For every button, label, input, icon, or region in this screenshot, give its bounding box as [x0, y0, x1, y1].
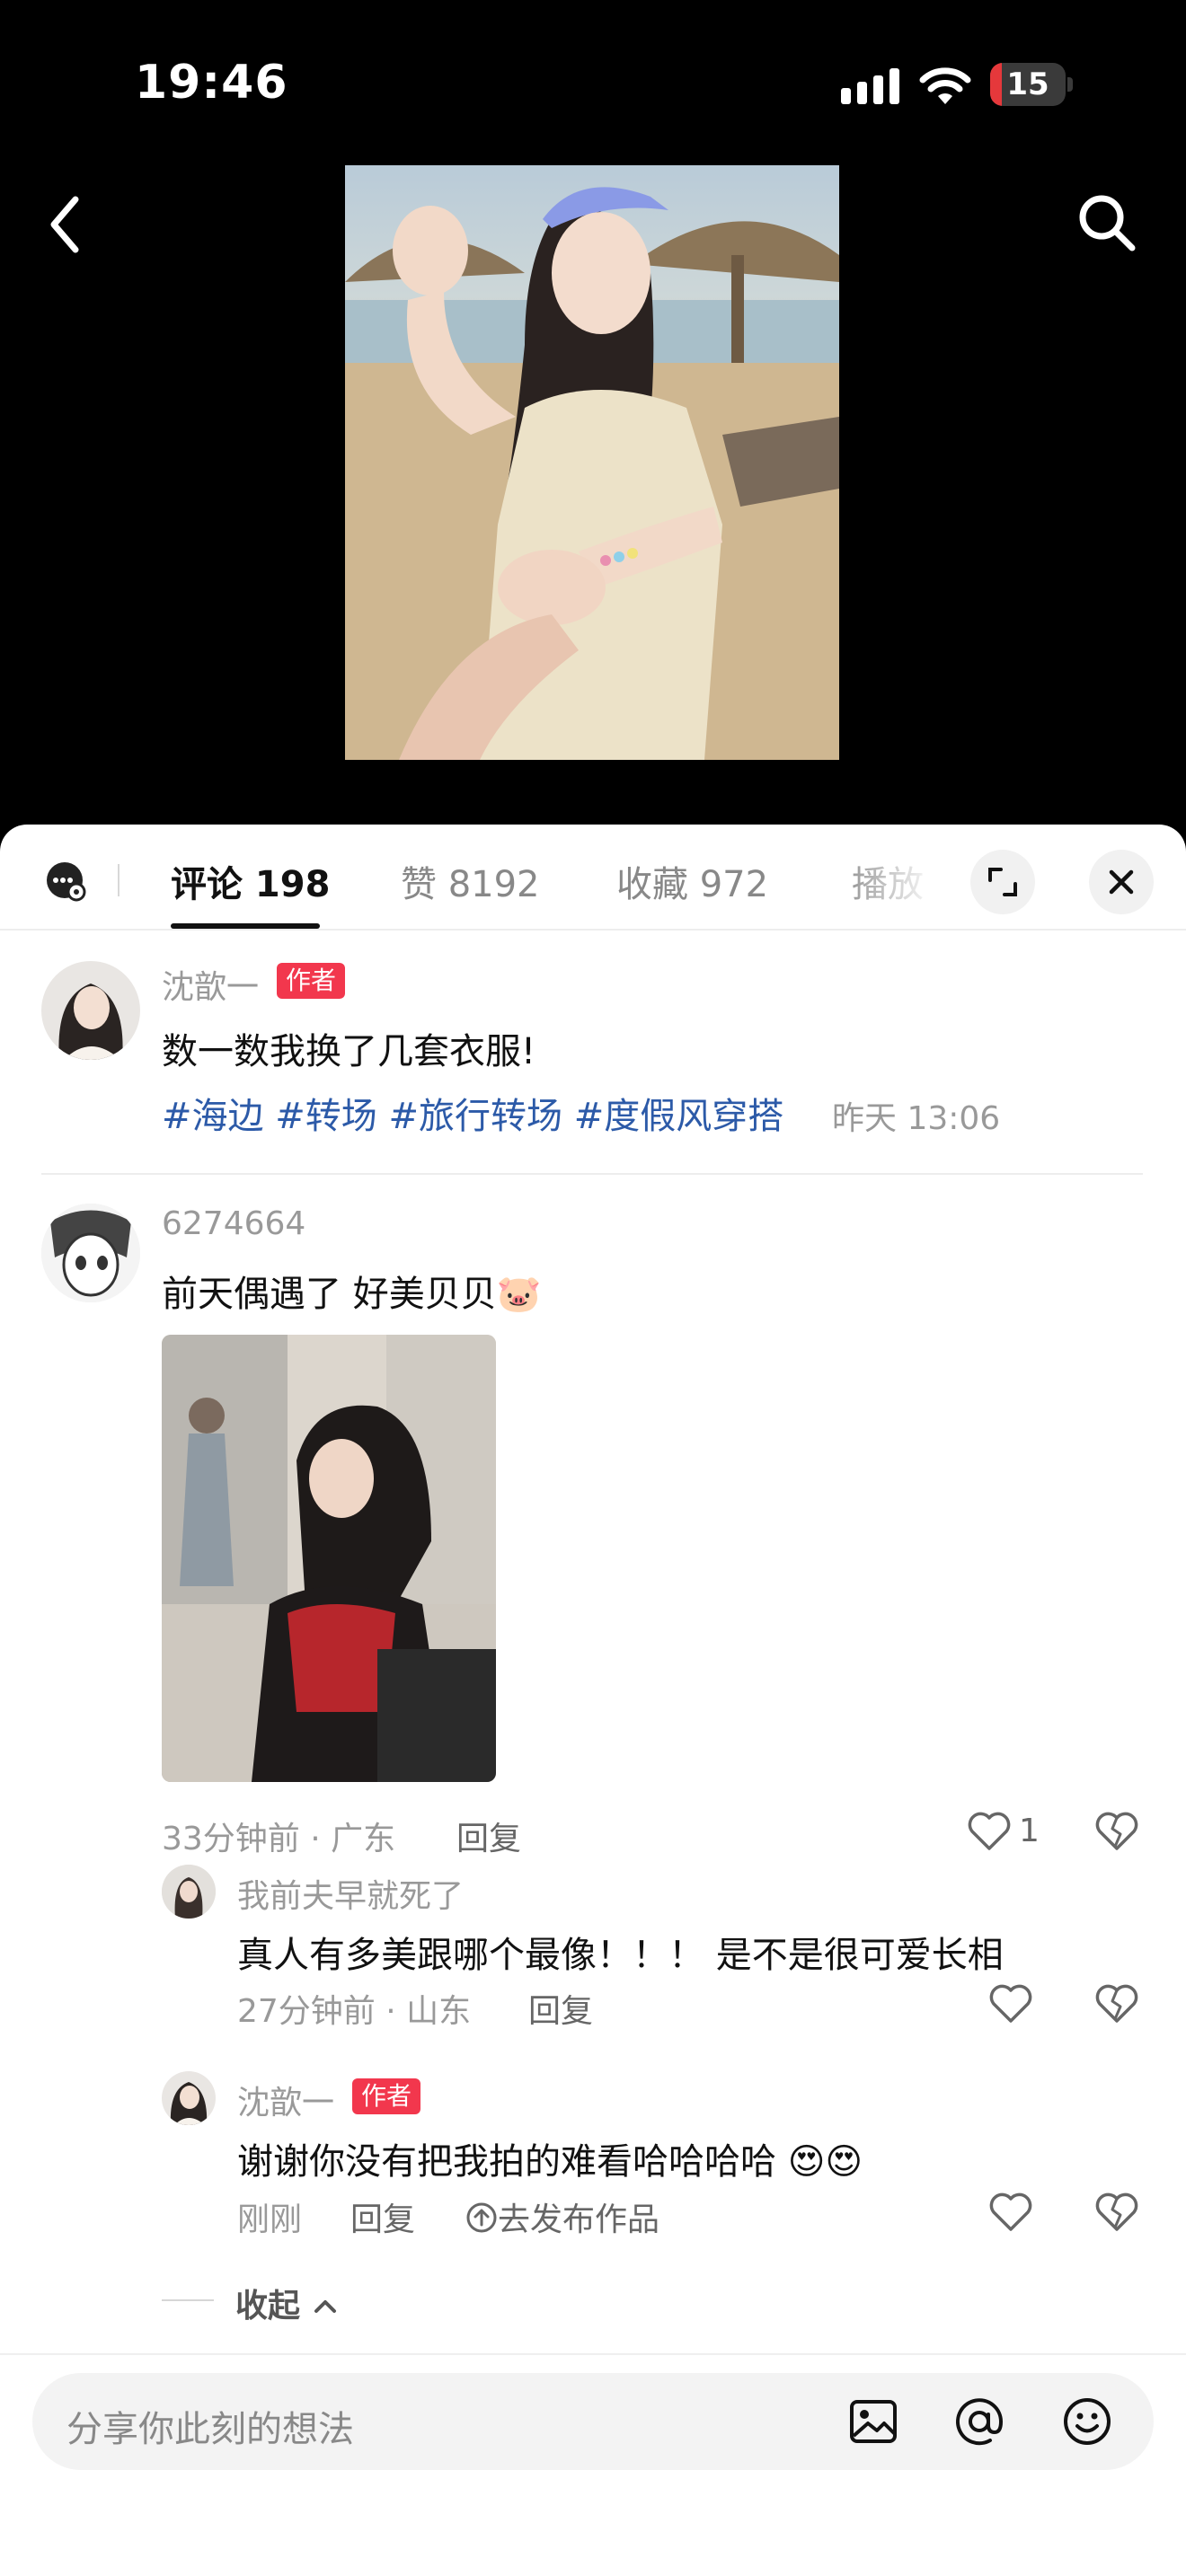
post-photo[interactable]	[345, 165, 839, 760]
author-avatar[interactable]	[41, 961, 140, 1060]
active-tab-indicator	[171, 923, 320, 929]
reply-meta: 刚刚	[237, 2201, 303, 2238]
commenter-avatar[interactable]	[41, 1204, 140, 1302]
comment-input-bar: 分享你此刻的想法	[0, 2353, 1186, 2576]
author-tag: 作者	[277, 963, 346, 999]
hashtag-link[interactable]: #旅行转场	[388, 1096, 562, 1137]
author-reply-avatar[interactable]	[162, 2071, 216, 2125]
image-icon[interactable]	[846, 2395, 900, 2448]
post-time: 昨天 13:06	[832, 1100, 1001, 1137]
reply-meta: 27分钟前 · 山东	[237, 1993, 472, 2030]
battery-percent: 15	[1006, 66, 1049, 102]
reply-text: 谢谢你没有把我拍的难看哈哈哈哈 😍😍	[237, 2141, 863, 2183]
post-author-name[interactable]: 沈歆一	[162, 961, 259, 1008]
reply-button[interactable]: 回复	[350, 2193, 415, 2240]
status-bar: 19:46 15	[0, 0, 1186, 171]
heart-icon[interactable]	[967, 1811, 1012, 1852]
comments-sheet: 评论 198 赞 8192 收藏 972 播放 沈歆一 作者 数一数我换了几套衣…	[0, 825, 1186, 2576]
wifi-icon	[919, 67, 971, 104]
tab-separator	[118, 864, 119, 896]
dislike-icon[interactable]	[1094, 1811, 1139, 1852]
pig-emoji: 🐷	[496, 1274, 542, 1315]
status-time: 19:46	[135, 56, 288, 110]
tab-likes[interactable]: 赞 8192	[401, 855, 540, 907]
post-hashtags: #海边 #转场 #旅行转场 #度假风穿搭	[162, 1087, 783, 1139]
tab-comments[interactable]: 评论 198	[171, 855, 330, 907]
reply-button[interactable]: 回复	[456, 1813, 521, 1859]
comment-input-placeholder: 分享你此刻的想法	[66, 2409, 354, 2450]
reply-avatar[interactable]	[162, 1865, 216, 1919]
like-count: 1	[1019, 1813, 1040, 1849]
publish-work-link[interactable]: 去发布作品	[465, 2193, 659, 2240]
hashtag-link[interactable]: #度假风穿搭	[574, 1096, 784, 1137]
comment-meta: 33分钟前 · 广东	[162, 1821, 396, 1857]
at-icon[interactable]	[952, 2395, 1006, 2448]
collapse-button[interactable]: 收起	[235, 2280, 339, 2326]
chevron-up-icon	[314, 2300, 336, 2313]
tab-bar: 评论 198 赞 8192 收藏 972 播放	[0, 825, 1186, 931]
comment-input[interactable]: 分享你此刻的想法	[32, 2373, 1154, 2470]
tab-favorites[interactable]: 收藏 972	[616, 855, 768, 907]
battery-indicator: 15	[990, 63, 1073, 106]
dislike-icon[interactable]	[1094, 1983, 1139, 2025]
expand-button[interactable]	[970, 850, 1035, 914]
heart-icon[interactable]	[988, 2192, 1033, 2233]
close-button[interactable]	[1089, 850, 1154, 914]
hashtag-link[interactable]: #转场	[275, 1096, 377, 1137]
post-text: 数一数我换了几套衣服!	[162, 1031, 536, 1072]
signal-icon	[841, 68, 899, 104]
close-icon	[1109, 869, 1134, 895]
expand-icon	[988, 868, 1017, 896]
back-icon[interactable]	[40, 189, 90, 260]
reply-text: 真人有多美跟哪个最像！！！ 是不是很可爱长相	[237, 1935, 1004, 1976]
comment-photo[interactable]	[162, 1335, 496, 1782]
heart-eyes-emoji: 😍😍	[787, 2141, 863, 2183]
comment-text: 前天偶遇了 好美贝贝🐷	[162, 1274, 542, 1315]
emoji-icon[interactable]	[1060, 2395, 1114, 2448]
beach-girl-illustration	[345, 187, 839, 760]
share-up-icon	[466, 2202, 497, 2233]
reply-user-name[interactable]: 沈歆一	[237, 2077, 334, 2123]
collapse-line	[162, 2299, 214, 2301]
reply-button[interactable]: 回复	[528, 1985, 593, 2032]
commenter-name[interactable]: 6274664	[162, 1205, 305, 1242]
search-icon[interactable]	[1075, 190, 1139, 255]
hashtag-link[interactable]: #海边	[162, 1096, 264, 1137]
reply-user-name[interactable]: 我前夫早就死了	[237, 1870, 464, 1917]
author-tag: 作者	[352, 2078, 421, 2114]
section-divider	[41, 1173, 1143, 1175]
dislike-icon[interactable]	[1094, 2192, 1139, 2233]
comment-settings-icon[interactable]	[43, 859, 86, 902]
heart-icon[interactable]	[988, 1983, 1033, 2025]
